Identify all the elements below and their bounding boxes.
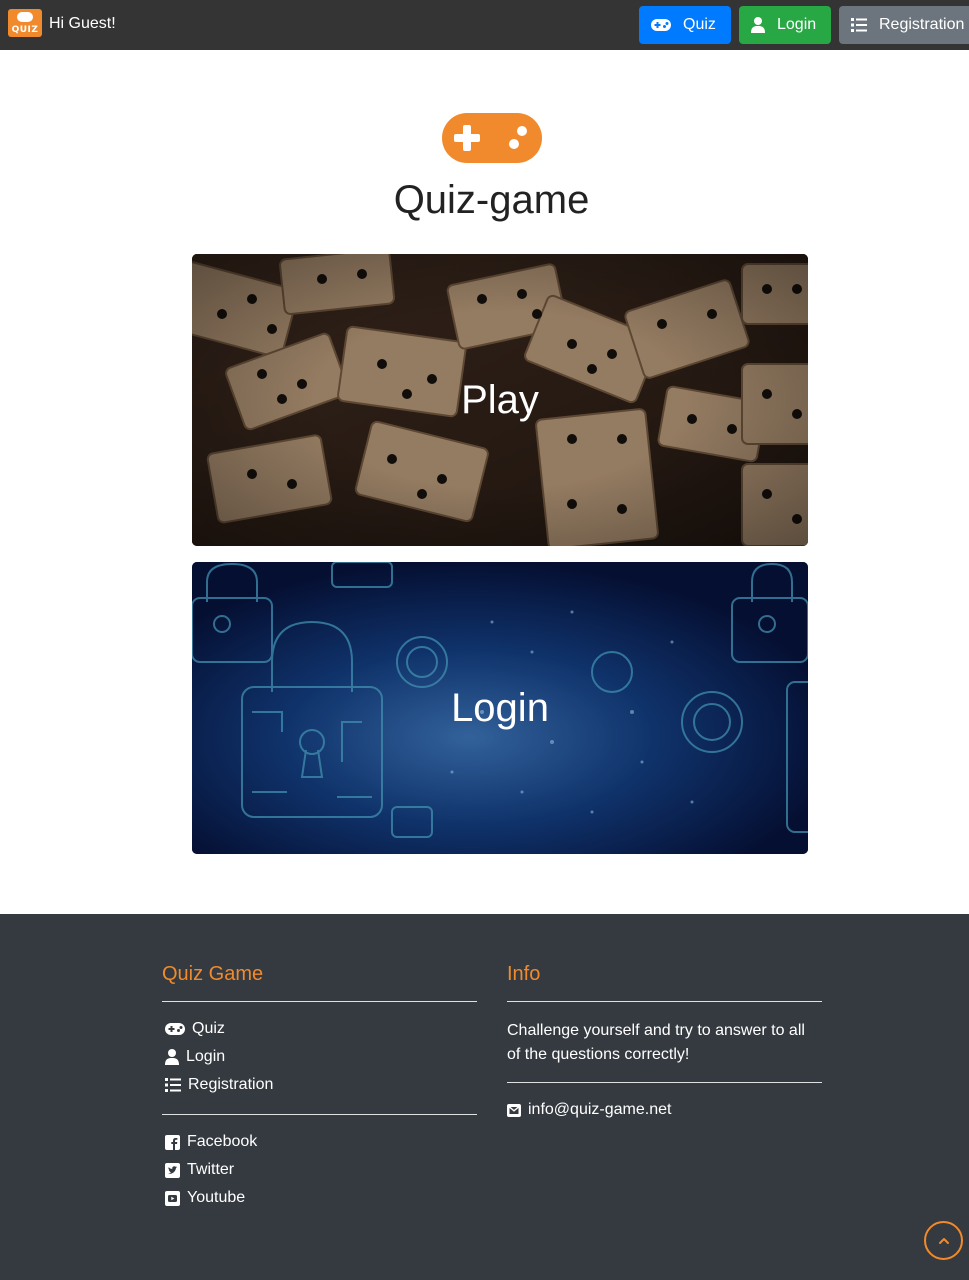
gamepad-icon	[442, 113, 542, 163]
divider	[162, 1001, 477, 1002]
footer-link-twitter-label: Twitter	[187, 1161, 235, 1178]
list-icon	[851, 18, 867, 32]
footer-link-quiz[interactable]: Quiz	[165, 1020, 225, 1038]
gamepad-icon	[651, 19, 671, 31]
footer-link-quiz-label: Quiz	[192, 1020, 225, 1037]
nav-registration-label: Registration	[879, 16, 965, 33]
play-card[interactable]: Play	[192, 254, 808, 546]
play-card-label: Play	[461, 377, 539, 422]
envelope-icon	[507, 1103, 521, 1117]
nav-quiz-label: Quiz	[683, 16, 716, 33]
footer-link-twitter[interactable]: Twitter	[165, 1161, 234, 1179]
youtube-icon	[165, 1190, 180, 1206]
list-icon	[165, 1078, 181, 1092]
user-icon	[751, 17, 765, 33]
greeting-text: Hi Guest!	[49, 15, 116, 32]
footer-link-registration[interactable]: Registration	[165, 1076, 273, 1094]
footer-heading-quiz-game: Quiz Game	[162, 963, 264, 985]
footer-link-youtube-label: Youtube	[187, 1189, 246, 1206]
gamepad-icon	[165, 1023, 185, 1035]
twitter-icon	[165, 1162, 180, 1178]
user-icon	[165, 1049, 179, 1065]
footer-link-registration-label: Registration	[188, 1076, 274, 1093]
nav-login-button[interactable]: Login	[739, 6, 831, 44]
divider	[507, 1082, 822, 1083]
login-card-label: Login	[451, 685, 549, 730]
chevron-up-icon	[938, 1237, 949, 1244]
footer-heading-info: Info	[507, 963, 541, 985]
footer-link-login[interactable]: Login	[165, 1048, 225, 1066]
quiz-logo-icon[interactable]: QUIZ	[8, 9, 42, 37]
nav-registration-button[interactable]: Registration	[839, 6, 969, 44]
info-description: Challenge yourself and try to answer to …	[507, 1022, 805, 1063]
nav-quiz-button[interactable]: Quiz	[639, 6, 731, 44]
divider	[162, 1114, 477, 1115]
footer-link-login-label: Login	[186, 1048, 226, 1065]
footer: Quiz Game Quiz Login Registration Facebo…	[0, 914, 969, 1280]
scroll-to-top-button[interactable]	[924, 1221, 963, 1260]
navbar: QUIZ Hi Guest! Quiz Login Registration	[0, 0, 969, 50]
page-title: Quiz-game	[393, 178, 590, 222]
nav-login-label: Login	[777, 16, 817, 33]
footer-link-facebook[interactable]: Facebook	[165, 1133, 257, 1151]
footer-link-facebook-label: Facebook	[187, 1133, 258, 1150]
footer-link-youtube[interactable]: Youtube	[165, 1189, 245, 1207]
facebook-icon	[165, 1134, 180, 1150]
footer-email-link[interactable]: info@quiz-game.net	[507, 1101, 671, 1119]
logo-text: QUIZ	[11, 25, 39, 35]
login-card[interactable]: Login	[192, 562, 808, 854]
divider	[507, 1001, 822, 1002]
footer-email-label: info@quiz-game.net	[528, 1101, 672, 1118]
